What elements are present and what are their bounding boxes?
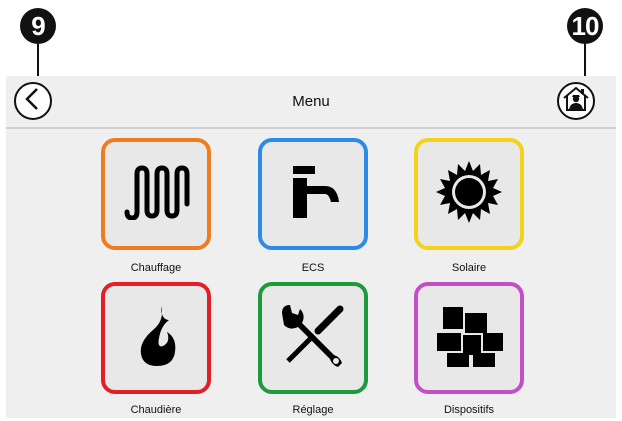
tile-dispositifs[interactable]: [414, 282, 524, 394]
devices-blocks-icon: [433, 303, 505, 374]
wrench-screwdriver-icon: [278, 301, 348, 376]
faucet-icon: [281, 160, 345, 229]
header-divider: [6, 127, 616, 129]
callout-10: 10: [567, 8, 603, 44]
page-title: Menu: [292, 93, 330, 110]
tile-reglage[interactable]: [258, 282, 368, 394]
house-person-icon: [561, 84, 591, 119]
flame-icon: [131, 304, 181, 373]
tile-label-solaire: Solaire: [451, 262, 487, 274]
tile-label-chaudiere: Chaudière: [130, 404, 182, 416]
tile-ecs[interactable]: [258, 138, 368, 250]
tile-chauffage[interactable]: [101, 138, 211, 250]
tile-label-ecs: ECS: [301, 262, 325, 274]
tile-label-dispositifs: Dispositifs: [443, 404, 495, 416]
tile-label-chauffage: Chauffage: [130, 262, 182, 274]
sun-icon: [436, 159, 502, 230]
back-button[interactable]: [14, 82, 52, 120]
home-button[interactable]: [557, 82, 595, 120]
chevron-left-icon: [23, 87, 43, 116]
radiator-coil-icon: [121, 164, 191, 225]
callout-9: 9: [20, 8, 56, 44]
tile-label-reglage: Réglage: [292, 404, 334, 416]
tile-chaudiere[interactable]: [101, 282, 211, 394]
tile-solaire[interactable]: [414, 138, 524, 250]
